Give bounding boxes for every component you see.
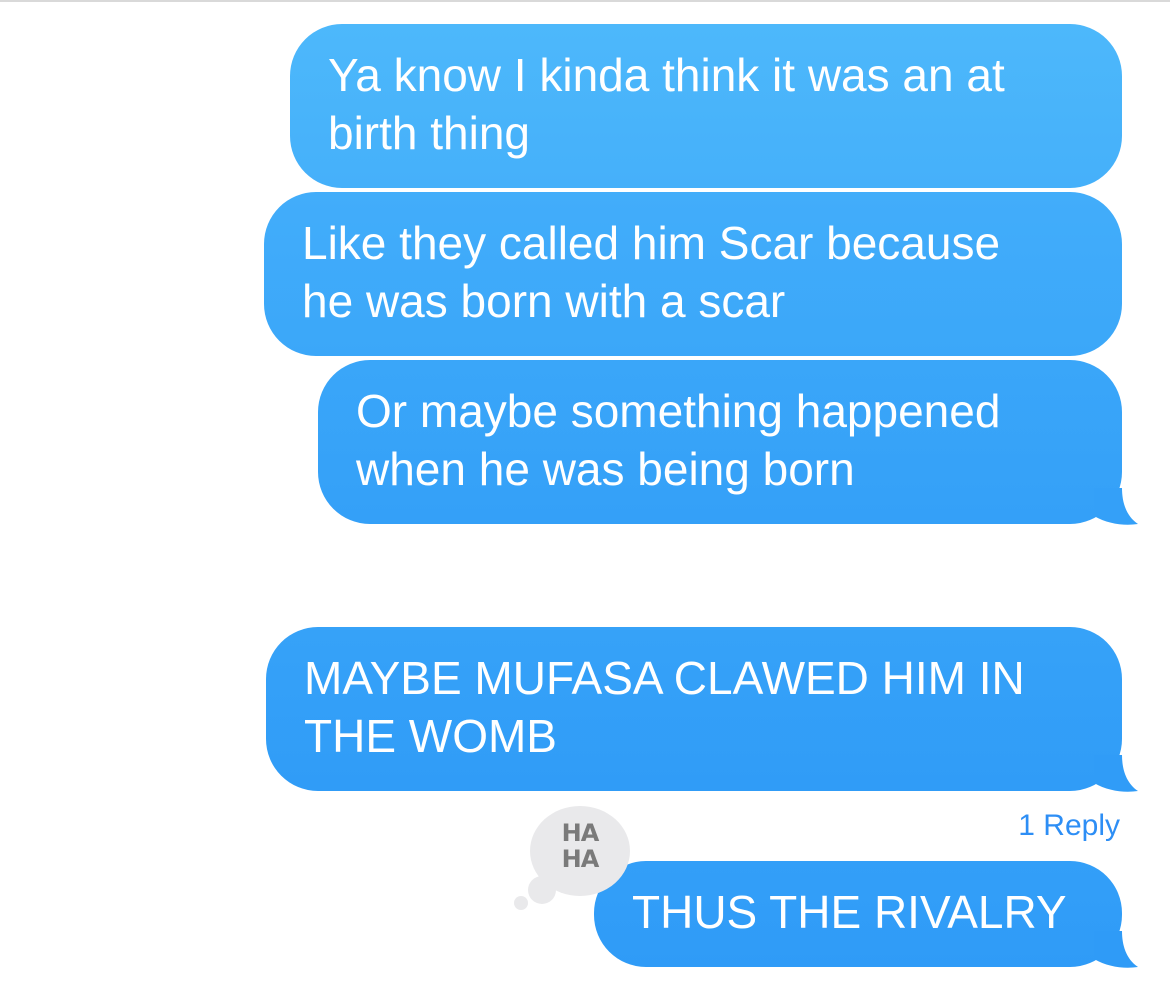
message-text: Ya know I kinda think it was an at xyxy=(328,49,1005,101)
haha-label: HA HA xyxy=(561,819,600,873)
message-bubble-2[interactable]: Like they called him Scar because he was… xyxy=(264,192,1122,356)
tapback-tail-dot xyxy=(514,896,528,910)
reply-count-link[interactable]: 1 Reply xyxy=(960,806,1120,846)
message-text: birth thing xyxy=(328,107,531,159)
bubble-tail-icon xyxy=(1094,755,1138,792)
haha-reaction-icon[interactable]: HA HA xyxy=(514,806,630,910)
message-text: THE WOMB xyxy=(304,710,557,762)
message-bubble-1[interactable]: Ya know I kinda think it was an at birth… xyxy=(290,24,1122,188)
message-bubble-5[interactable]: THUS THE RIVALRY xyxy=(594,861,1122,967)
bubble-tail-icon xyxy=(1094,931,1138,968)
message-bubble-3[interactable]: Or maybe something happened when he was … xyxy=(318,360,1122,524)
top-divider xyxy=(0,0,1170,2)
message-text: THUS THE RIVALRY xyxy=(632,886,1067,938)
message-text: Or maybe something happened xyxy=(356,385,1001,437)
message-bubble-4[interactable]: MAYBE MUFASA CLAWED HIM IN THE WOMB xyxy=(266,627,1122,791)
message-text: Like they called him Scar because xyxy=(302,217,1001,269)
message-text: MAYBE MUFASA CLAWED HIM IN xyxy=(304,652,1025,704)
message-text: he was born with a scar xyxy=(302,275,786,327)
message-text: when he was being born xyxy=(356,443,855,495)
bubble-tail-icon xyxy=(1094,488,1138,525)
